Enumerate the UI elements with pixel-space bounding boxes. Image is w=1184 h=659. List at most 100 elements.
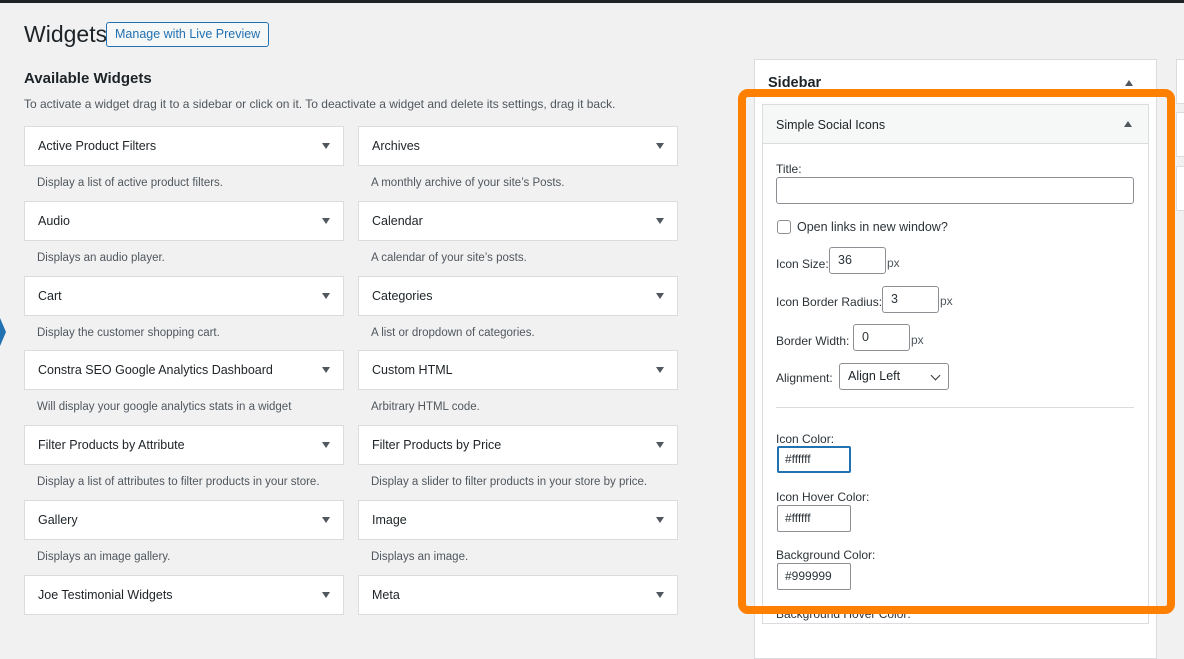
expand-arrow-icon[interactable] [656, 367, 664, 373]
widget-item[interactable]: Cart Display the customer shopping cart. [24, 276, 344, 339]
icon-size-input[interactable]: 36 [829, 247, 886, 274]
expand-arrow-icon[interactable] [322, 218, 330, 224]
widget-name: Custom HTML [372, 363, 453, 377]
available-widgets-description: To activate a widget drag it to a sideba… [24, 97, 616, 111]
widget-header[interactable]: Meta [358, 575, 678, 615]
widget-description: Arbitrary HTML code. [371, 401, 480, 413]
widget-name: Categories [372, 289, 433, 303]
widget-header[interactable]: Audio [24, 201, 344, 241]
expand-arrow-icon[interactable] [322, 293, 330, 299]
other-sidebar-panel[interactable] [1176, 166, 1184, 211]
widget-item[interactable]: Joe Testimonial Widgets [24, 575, 344, 615]
expand-arrow-icon[interactable] [656, 293, 664, 299]
border-width-unit: px [911, 333, 924, 347]
widget-header[interactable]: Constra SEO Google Analytics Dashboard [24, 350, 344, 390]
icon-border-radius-unit: px [940, 294, 953, 308]
divider [776, 407, 1134, 408]
widget-description: Display a list of active product filters… [37, 177, 223, 189]
icon-border-radius-input[interactable]: 3 [882, 286, 939, 313]
widget-name: Meta [372, 588, 400, 602]
icon-border-radius-label: Icon Border Radius: [776, 295, 883, 309]
expand-arrow-icon[interactable] [656, 592, 664, 598]
manage-live-preview-button[interactable]: Manage with Live Preview [106, 22, 270, 47]
widget-header[interactable]: Simple Social Icons [763, 105, 1148, 144]
widget-description: Will display your google analytics stats… [37, 401, 292, 413]
widget-item[interactable]: Image Displays an image. [358, 500, 678, 563]
icon-color-input[interactable]: #ffffff [777, 446, 851, 473]
expand-arrow-icon[interactable] [322, 517, 330, 523]
widget-item[interactable]: Filter Products by Attribute Display a l… [24, 425, 344, 488]
widget-name: Gallery [38, 513, 78, 527]
widget-description: Displays an audio player. [37, 252, 165, 264]
widget-header[interactable]: Filter Products by Price [358, 425, 678, 465]
widget-name: Filter Products by Price [372, 438, 502, 452]
widget-header[interactable]: Custom HTML [358, 350, 678, 390]
expand-arrow-icon[interactable] [656, 143, 664, 149]
alignment-label: Alignment: [776, 371, 833, 385]
widget-header[interactable]: Categories [358, 276, 678, 316]
expand-arrow-icon[interactable] [322, 592, 330, 598]
collapse-arrow-icon[interactable] [1124, 121, 1132, 127]
expand-arrow-icon[interactable] [656, 218, 664, 224]
widget-header[interactable]: Active Product Filters [24, 126, 344, 166]
sidebar-title[interactable]: Sidebar [768, 75, 821, 91]
widget-item[interactable]: Archives A monthly archive of your site’… [358, 126, 678, 189]
menu-collapse-marker [0, 318, 6, 346]
widget-description: A list or dropdown of categories. [371, 327, 535, 339]
widget-title: Simple Social Icons [776, 118, 886, 132]
widget-description: Displays an image gallery. [37, 551, 171, 563]
simple-social-icons-widget: Simple Social Icons Title: Open links in… [762, 104, 1149, 624]
alignment-selected-value: Align Left [848, 369, 901, 383]
widget-item[interactable]: Categories A list or dropdown of categor… [358, 276, 678, 339]
widget-description: Display the customer shopping cart. [37, 327, 220, 339]
widget-header[interactable]: Archives [358, 126, 678, 166]
background-hover-color-label: Background Hover Color: [776, 607, 911, 621]
background-color-input[interactable]: #999999 [777, 563, 851, 590]
other-sidebar-panel[interactable] [1176, 59, 1184, 104]
widget-header[interactable]: Joe Testimonial Widgets [24, 575, 344, 615]
admin-bar-edge [0, 0, 1184, 3]
widget-name: Cart [38, 289, 62, 303]
title-input[interactable] [776, 177, 1134, 204]
icon-hover-color-input[interactable]: #ffffff [777, 505, 851, 532]
expand-arrow-icon[interactable] [656, 442, 664, 448]
widget-header[interactable]: Filter Products by Attribute [24, 425, 344, 465]
icon-size-label: Icon Size: [776, 257, 829, 271]
chevron-down-icon [930, 370, 941, 381]
widget-item[interactable]: Calendar A calendar of your site’s posts… [358, 201, 678, 264]
widget-item[interactable]: Audio Displays an audio player. [24, 201, 344, 264]
widget-item[interactable]: Custom HTML Arbitrary HTML code. [358, 350, 678, 413]
widget-name: Active Product Filters [38, 139, 157, 153]
expand-arrow-icon[interactable] [322, 143, 330, 149]
other-sidebar-panel[interactable] [1176, 112, 1184, 157]
widget-name: Filter Products by Attribute [38, 438, 185, 452]
alignment-select[interactable]: Align Left [839, 363, 949, 390]
widget-name: Constra SEO Google Analytics Dashboard [38, 363, 273, 377]
widget-header[interactable]: Gallery [24, 500, 344, 540]
new-window-label: Open links in new window? [797, 220, 948, 234]
widget-name: Audio [38, 214, 70, 228]
widget-header[interactable]: Image [358, 500, 678, 540]
widget-item[interactable]: Active Product Filters Display a list of… [24, 126, 344, 189]
widget-description: Displays an image. [371, 551, 469, 563]
icon-size-unit: px [887, 256, 900, 270]
widget-item[interactable]: Meta [358, 575, 678, 615]
widget-name: Archives [372, 139, 420, 153]
expand-arrow-icon[interactable] [656, 517, 664, 523]
widget-header[interactable]: Cart [24, 276, 344, 316]
widget-item[interactable]: Filter Products by Price Display a slide… [358, 425, 678, 488]
widget-item[interactable]: Gallery Displays an image gallery. [24, 500, 344, 563]
widget-header[interactable]: Calendar [358, 201, 678, 241]
page-title: Widgets [24, 21, 108, 47]
widget-description: A calendar of your site’s posts. [371, 252, 527, 264]
widget-description: A monthly archive of your site’s Posts. [371, 177, 565, 189]
expand-arrow-icon[interactable] [322, 442, 330, 448]
expand-arrow-icon[interactable] [322, 367, 330, 373]
new-window-checkbox[interactable] [777, 220, 791, 234]
icon-hover-color-label: Icon Hover Color: [776, 490, 870, 504]
available-widgets-title: Available Widgets [24, 70, 152, 87]
widget-item[interactable]: Constra SEO Google Analytics Dashboard W… [24, 350, 344, 413]
widget-name: Calendar [372, 214, 423, 228]
collapse-arrow-icon[interactable] [1125, 80, 1133, 86]
border-width-input[interactable]: 0 [853, 324, 910, 351]
